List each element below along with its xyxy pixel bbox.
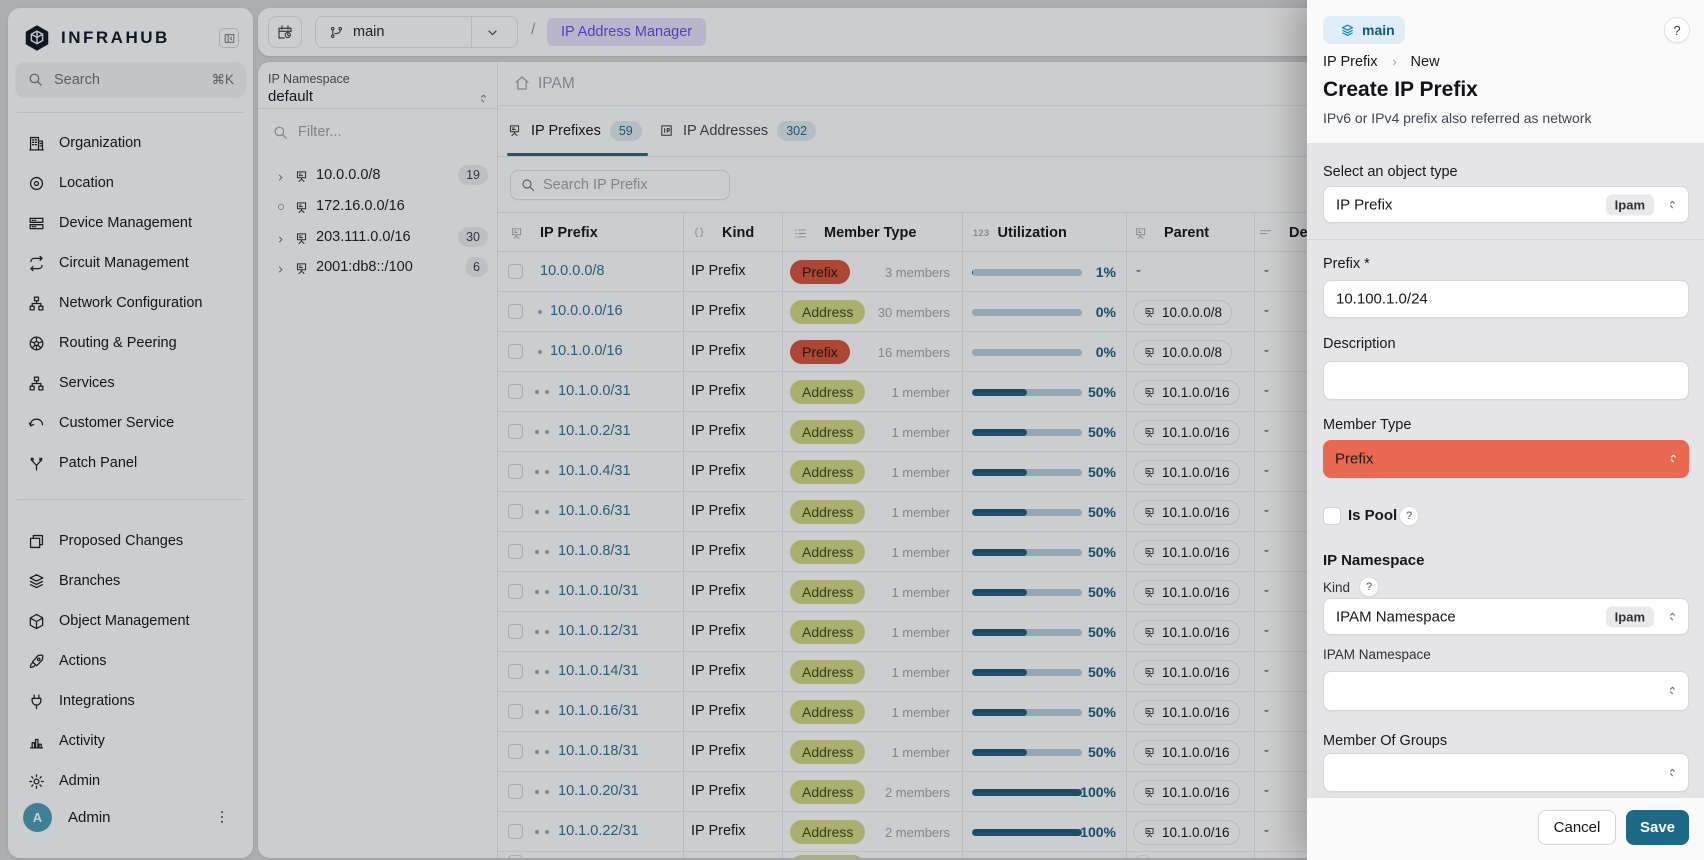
- cancel-button[interactable]: Cancel: [1538, 810, 1616, 845]
- kind-help-button[interactable]: ?: [1359, 577, 1379, 597]
- chevron-updown-icon: [1666, 196, 1679, 214]
- member-type-select[interactable]: Prefix: [1323, 440, 1689, 478]
- chevron-updown-icon: [1667, 450, 1680, 468]
- member-of-groups-label: Member Of Groups: [1323, 733, 1447, 749]
- member-of-groups-select[interactable]: [1323, 753, 1689, 792]
- chevron-updown-icon: [1666, 682, 1679, 700]
- save-button[interactable]: Save: [1626, 810, 1689, 845]
- ip-namespace-section-title: IP Namespace: [1323, 552, 1424, 569]
- object-type-select[interactable]: IP Prefix Ipam: [1323, 186, 1689, 223]
- description-label: Description: [1323, 336, 1396, 352]
- drawer-title: Create IP Prefix: [1323, 78, 1478, 102]
- object-type-label: Select an object type: [1323, 164, 1458, 180]
- is-pool-checkbox[interactable]: [1323, 507, 1341, 525]
- description-input[interactable]: [1323, 361, 1689, 400]
- kind-label: Kind: [1323, 580, 1350, 595]
- ipam-badge: Ipam: [1606, 194, 1654, 215]
- ipam-namespace-select[interactable]: [1323, 671, 1689, 711]
- drawer-header: main ? IP Prefix New Create IP Prefix IP…: [1307, 0, 1704, 144]
- chevron-updown-icon: [1666, 764, 1679, 782]
- drawer-footer: Cancel Save: [1307, 797, 1704, 860]
- layers-icon: [1340, 22, 1355, 39]
- help-button[interactable]: ?: [1664, 17, 1690, 43]
- drawer-subtitle: IPv6 or IPv4 prefix also referred as net…: [1323, 110, 1591, 126]
- prefix-input[interactable]: 10.100.1.0/24: [1323, 280, 1689, 318]
- member-type-label: Member Type: [1323, 417, 1411, 433]
- breadcrumb-current: New: [1411, 54, 1440, 70]
- create-ip-prefix-drawer: main ? IP Prefix New Create IP Prefix IP…: [1307, 0, 1704, 860]
- kind-select[interactable]: IPAM Namespace Ipam: [1323, 598, 1689, 635]
- is-pool-label: Is Pool: [1348, 507, 1397, 524]
- chevron-right-icon: [1388, 54, 1401, 70]
- branch-badge: main: [1323, 16, 1405, 44]
- breadcrumb-parent[interactable]: IP Prefix: [1323, 54, 1378, 70]
- ipam-badge: Ipam: [1606, 606, 1654, 627]
- drawer-breadcrumb: IP Prefix New: [1323, 54, 1440, 70]
- prefix-label: Prefix *: [1323, 256, 1370, 272]
- chevron-updown-icon: [1666, 608, 1679, 626]
- divider: [1307, 239, 1704, 240]
- is-pool-help-button[interactable]: ?: [1399, 506, 1419, 526]
- ipam-namespace-label: IPAM Namespace: [1323, 647, 1431, 662]
